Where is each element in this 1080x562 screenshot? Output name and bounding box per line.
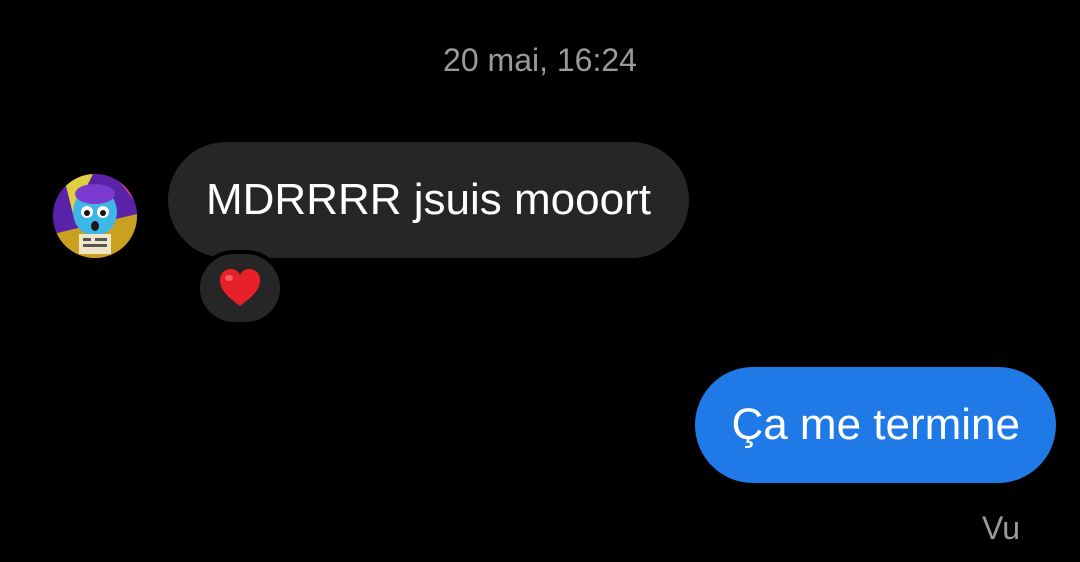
outgoing-message-bubble[interactable]: Ça me termine (695, 367, 1056, 483)
incoming-message-bubble[interactable]: MDRRRR jsuis mooort (168, 142, 689, 258)
message-reaction[interactable] (196, 250, 284, 326)
message-timestamp: 20 mai, 16:24 (443, 42, 637, 78)
contact-avatar[interactable] (53, 174, 137, 258)
seen-status: Vu (982, 510, 1020, 546)
red-heart-icon (220, 269, 260, 306)
avatar-image (53, 174, 137, 258)
